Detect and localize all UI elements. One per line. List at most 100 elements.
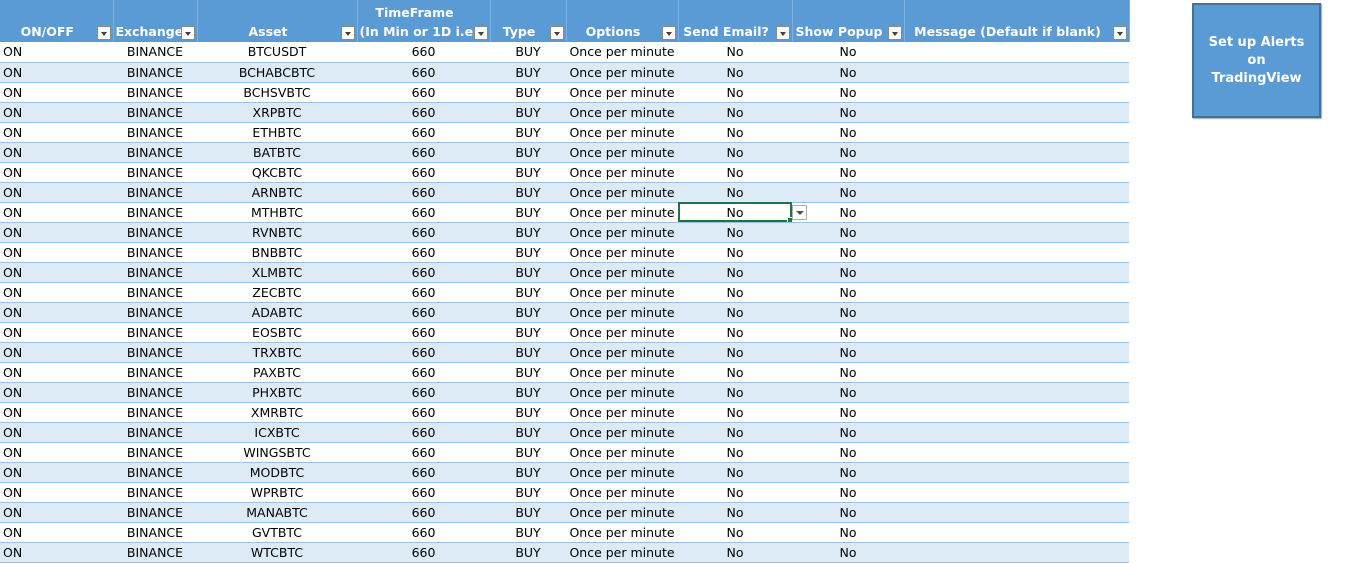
send-email-cell[interactable]: No bbox=[678, 262, 792, 283]
type-cell[interactable]: BUY bbox=[490, 422, 566, 443]
options-cell[interactable]: Once per minute bbox=[566, 122, 678, 143]
on-off-cell[interactable]: ON bbox=[0, 302, 113, 323]
on-off-cell[interactable]: ON bbox=[0, 462, 113, 483]
exchange-cell[interactable]: BINANCE bbox=[113, 202, 197, 223]
timeframe-cell[interactable]: 660 bbox=[357, 262, 490, 283]
exchange-cell[interactable]: BINANCE bbox=[113, 322, 197, 343]
options-cell[interactable]: Once per minute bbox=[566, 42, 678, 63]
asset-cell[interactable]: BNBBTC bbox=[197, 242, 357, 263]
message-cell[interactable] bbox=[904, 502, 1129, 523]
send-email-cell[interactable]: No bbox=[678, 442, 792, 463]
message-cell[interactable] bbox=[904, 382, 1129, 403]
exchange-cell[interactable]: BINANCE bbox=[113, 542, 197, 563]
exchange-cell[interactable]: BINANCE bbox=[113, 182, 197, 203]
options-cell[interactable]: Once per minute bbox=[566, 522, 678, 543]
filter-dropdown-icon[interactable] bbox=[180, 26, 195, 40]
options-cell[interactable]: Once per minute bbox=[566, 102, 678, 123]
timeframe-cell[interactable]: 660 bbox=[357, 42, 490, 63]
asset-cell[interactable]: MANABTC bbox=[197, 502, 357, 523]
type-cell[interactable]: BUY bbox=[490, 542, 566, 563]
show-popup-cell[interactable]: No bbox=[792, 322, 904, 343]
asset-cell[interactable]: WTCBTC bbox=[197, 542, 357, 563]
options-cell[interactable]: Once per minute bbox=[566, 462, 678, 483]
message-cell[interactable] bbox=[904, 162, 1129, 183]
show-popup-cell[interactable]: No bbox=[792, 202, 904, 223]
filter-dropdown-icon[interactable] bbox=[96, 26, 111, 40]
show-popup-cell[interactable]: No bbox=[792, 102, 904, 123]
message-cell[interactable] bbox=[904, 462, 1129, 483]
asset-cell[interactable]: BCHABCBTC bbox=[197, 62, 357, 83]
on-off-cell[interactable]: ON bbox=[0, 142, 113, 163]
on-off-cell[interactable]: ON bbox=[0, 502, 113, 523]
type-cell[interactable]: BUY bbox=[490, 102, 566, 123]
on-off-cell[interactable]: ON bbox=[0, 222, 113, 243]
options-cell[interactable]: Once per minute bbox=[566, 482, 678, 503]
send-email-cell[interactable]: No bbox=[678, 302, 792, 323]
message-cell[interactable] bbox=[904, 342, 1129, 363]
on-off-cell[interactable]: ON bbox=[0, 262, 113, 283]
type-cell[interactable]: BUY bbox=[490, 382, 566, 403]
timeframe-cell[interactable]: 660 bbox=[357, 522, 490, 543]
show-popup-cell[interactable]: No bbox=[792, 502, 904, 523]
show-popup-cell[interactable]: No bbox=[792, 282, 904, 303]
timeframe-cell[interactable]: 660 bbox=[357, 462, 490, 483]
timeframe-cell[interactable]: 660 bbox=[357, 102, 490, 123]
send-email-cell[interactable]: No bbox=[678, 282, 792, 303]
message-cell[interactable] bbox=[904, 442, 1129, 463]
options-cell[interactable]: Once per minute bbox=[566, 322, 678, 343]
type-cell[interactable]: BUY bbox=[490, 482, 566, 503]
message-cell[interactable] bbox=[904, 82, 1129, 103]
send-email-cell[interactable]: No bbox=[678, 162, 792, 183]
send-email-cell[interactable]: No bbox=[678, 182, 792, 203]
exchange-cell[interactable]: BINANCE bbox=[113, 382, 197, 403]
on-off-cell[interactable]: ON bbox=[0, 42, 113, 63]
send-email-cell[interactable]: No bbox=[678, 522, 792, 543]
timeframe-cell[interactable]: 660 bbox=[357, 142, 490, 163]
show-popup-cell[interactable]: No bbox=[792, 62, 904, 83]
type-cell[interactable]: BUY bbox=[490, 122, 566, 143]
message-cell[interactable] bbox=[904, 202, 1129, 223]
type-cell[interactable]: BUY bbox=[490, 502, 566, 523]
on-off-cell[interactable]: ON bbox=[0, 382, 113, 403]
show-popup-cell[interactable]: No bbox=[792, 122, 904, 143]
on-off-cell[interactable]: ON bbox=[0, 322, 113, 343]
on-off-cell[interactable]: ON bbox=[0, 402, 113, 423]
show-popup-cell[interactable]: No bbox=[792, 302, 904, 323]
type-cell[interactable]: BUY bbox=[490, 302, 566, 323]
message-cell[interactable] bbox=[904, 262, 1129, 283]
timeframe-cell[interactable]: 660 bbox=[357, 322, 490, 343]
exchange-cell[interactable]: BINANCE bbox=[113, 162, 197, 183]
asset-cell[interactable]: BCHSVBTC bbox=[197, 82, 357, 103]
timeframe-cell[interactable]: 660 bbox=[357, 242, 490, 263]
message-cell[interactable] bbox=[904, 62, 1129, 83]
on-off-cell[interactable]: ON bbox=[0, 422, 113, 443]
message-cell[interactable] bbox=[904, 322, 1129, 343]
show-popup-cell[interactable]: No bbox=[792, 342, 904, 363]
on-off-cell[interactable]: ON bbox=[0, 522, 113, 543]
timeframe-cell[interactable]: 660 bbox=[357, 502, 490, 523]
on-off-cell[interactable]: ON bbox=[0, 482, 113, 503]
asset-cell[interactable]: ADABTC bbox=[197, 302, 357, 323]
send-email-cell[interactable]: No bbox=[678, 542, 792, 563]
send-email-cell[interactable]: No bbox=[678, 322, 792, 343]
exchange-cell[interactable]: BINANCE bbox=[113, 142, 197, 163]
on-off-cell[interactable]: ON bbox=[0, 282, 113, 303]
timeframe-cell[interactable]: 660 bbox=[357, 342, 490, 363]
on-off-cell[interactable]: ON bbox=[0, 182, 113, 203]
timeframe-cell[interactable]: 660 bbox=[357, 202, 490, 223]
type-cell[interactable]: BUY bbox=[490, 82, 566, 103]
message-cell[interactable] bbox=[904, 102, 1129, 123]
show-popup-cell[interactable]: No bbox=[792, 402, 904, 423]
show-popup-cell[interactable]: No bbox=[792, 222, 904, 243]
send-email-cell[interactable]: No bbox=[678, 482, 792, 503]
timeframe-cell[interactable]: 660 bbox=[357, 222, 490, 243]
type-cell[interactable]: BUY bbox=[490, 402, 566, 423]
exchange-cell[interactable]: BINANCE bbox=[113, 242, 197, 263]
timeframe-cell[interactable]: 660 bbox=[357, 362, 490, 383]
show-popup-cell[interactable]: No bbox=[792, 262, 904, 283]
send-email-cell[interactable]: No bbox=[678, 102, 792, 123]
show-popup-cell[interactable]: No bbox=[792, 462, 904, 483]
asset-cell[interactable]: ICXBTC bbox=[197, 422, 357, 443]
filter-dropdown-icon[interactable] bbox=[887, 26, 902, 40]
options-cell[interactable]: Once per minute bbox=[566, 442, 678, 463]
